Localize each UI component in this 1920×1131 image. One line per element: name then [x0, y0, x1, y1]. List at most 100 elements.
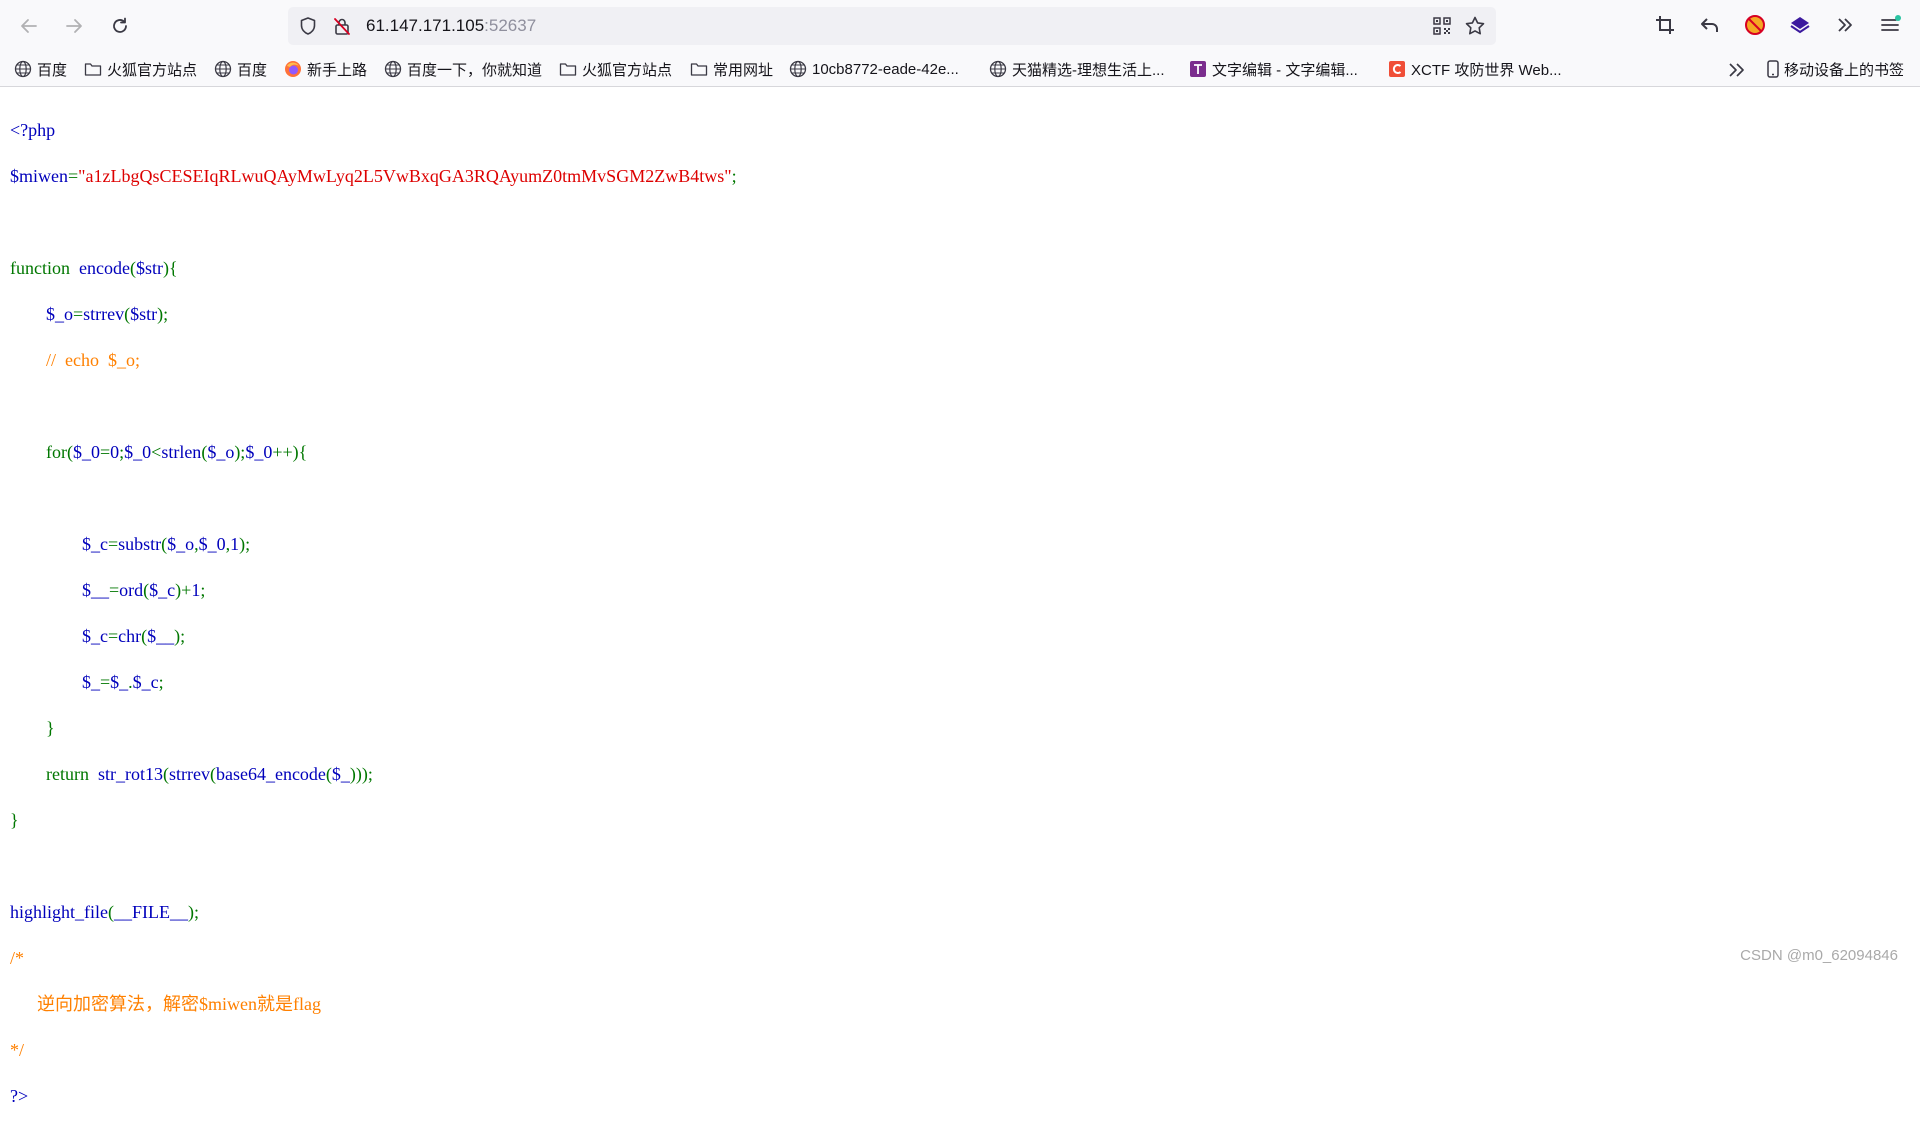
globe-icon: [989, 60, 1007, 78]
code-token: }: [10, 810, 19, 830]
bookmark-item[interactable]: 百度: [214, 59, 267, 79]
code-token: base64_encode: [215, 764, 326, 784]
code-token: $__: [82, 580, 109, 600]
code-token: }: [46, 718, 55, 738]
code-line: function encode($str){: [10, 257, 737, 280]
forward-button[interactable]: [57, 9, 91, 43]
hamburger-menu-icon: [1881, 15, 1901, 31]
xctf-icon: [1389, 61, 1405, 77]
code-token: $_0: [124, 442, 152, 462]
bookmark-item[interactable]: 百度一下，你就知道: [384, 59, 542, 79]
reload-button[interactable]: [103, 9, 137, 43]
code-token: =: [108, 534, 119, 554]
folder-icon: [690, 63, 708, 76]
crop-icon: [1656, 16, 1674, 34]
bookmark-label: 百度: [237, 61, 268, 79]
code-token: $_c: [82, 626, 108, 646]
browser-toolbar: 61.147.171.105:52637: [0, 0, 1920, 52]
back-button[interactable]: [12, 9, 46, 43]
url-text[interactable]: 61.147.171.105:52637: [366, 16, 536, 36]
globe-icon: [214, 60, 232, 78]
bookmark-item[interactable]: 新手上路: [284, 59, 367, 79]
bookmarks-toolbar: 百度 火狐官方站点 百度 新手上路 百度一下，你就知道 火狐官方站点 常用网址 …: [0, 52, 1920, 87]
layers-icon: [1790, 17, 1810, 34]
code-token: $_: [110, 672, 129, 692]
folder-icon: [559, 63, 577, 76]
bookmark-label: XCTF 攻防世界 Web...: [1411, 61, 1562, 79]
code-line: $__=ord($_c)+1;: [10, 579, 737, 602]
mobile-bookmarks[interactable]: 移动设备上的书签: [1766, 59, 1904, 79]
code-token: $str: [130, 304, 158, 324]
code-token: __FILE__: [114, 902, 188, 922]
code-comment-hint: 逆向加密算法，解密$miwen就是flag: [10, 994, 321, 1014]
code-token: $__: [147, 626, 175, 646]
code-line: /*: [10, 947, 737, 970]
code-token: ++){: [272, 442, 308, 462]
code-token: );: [234, 442, 246, 462]
php-close-tag: ?>: [10, 1086, 29, 1106]
qr-code-icon[interactable]: [1432, 16, 1452, 36]
bookmark-label: 火狐官方站点: [582, 61, 673, 79]
blocked-extension-icon: [1745, 15, 1765, 35]
code-comment: // echo $_o;: [46, 350, 140, 370]
code-token: =: [99, 442, 111, 462]
bookmark-item[interactable]: 10cb8772-eade-42e...: [789, 59, 959, 79]
code-token: 0: [110, 442, 120, 462]
code-line: <?php: [10, 119, 737, 142]
code-line: for($_0=0;$_0<strlen($_o);$_0++){: [10, 441, 737, 464]
undo-button[interactable]: [1697, 12, 1723, 38]
code-token: =: [100, 672, 111, 692]
code-token: $_0: [198, 534, 226, 554]
adblock-extension-button[interactable]: [1742, 12, 1768, 38]
url-bar[interactable]: 61.147.171.105:52637: [288, 7, 1496, 45]
bookmark-folder[interactable]: 火狐官方站点: [559, 59, 672, 79]
code-token: $_c: [149, 580, 176, 600]
bookmark-folder[interactable]: 火狐官方站点: [84, 59, 197, 79]
code-token: =: [108, 626, 119, 646]
bookmark-item[interactable]: 天猫精选-理想生活上...: [989, 59, 1165, 79]
app-menu-button[interactable]: [1877, 12, 1903, 38]
bookmark-star-icon[interactable]: [1464, 15, 1486, 37]
url-host: 61.147.171.105: [366, 16, 485, 35]
arrow-left-icon: [21, 19, 37, 33]
code-token: );: [174, 626, 186, 646]
tracking-protection-shield-icon[interactable]: [298, 16, 318, 36]
code-token: chr: [118, 626, 142, 646]
code-token: )+: [175, 580, 192, 600]
code-token: strlen: [161, 442, 202, 462]
arrow-right-icon: [66, 19, 82, 33]
bookmark-label: 百度一下，你就知道: [407, 61, 543, 79]
insecure-lock-icon[interactable]: [332, 16, 352, 36]
bookmark-item[interactable]: XCTF 攻防世界 Web...: [1388, 59, 1562, 79]
bookmark-label: 文字编辑 - 文字编辑...: [1212, 61, 1358, 79]
miwen-ciphertext-string: "a1zLbgQsCESEIqRLwuQAyMwLyq2L5VwBxqGA3RQ…: [78, 166, 732, 186]
code-token: $_0: [245, 442, 273, 462]
firefox-icon: [285, 61, 301, 77]
php-open-tag: <?php: [10, 120, 56, 140]
globe-icon: [789, 60, 807, 78]
code-token: 1: [191, 580, 201, 600]
code-line: highlight_file(__FILE__);: [10, 901, 737, 924]
code-token: strrev: [83, 304, 125, 324]
mobile-device-icon: [1767, 60, 1779, 78]
bookmark-item[interactable]: 文字编辑 - 文字编辑...: [1189, 59, 1358, 79]
code-line: }: [10, 809, 737, 832]
bookmarks-overflow-chevron-icon[interactable]: [1726, 60, 1748, 80]
code-token: $_o: [46, 304, 73, 324]
bookmark-item[interactable]: 百度: [14, 59, 67, 79]
screenshot-crop-button[interactable]: [1652, 12, 1678, 38]
code-token: $_0: [72, 442, 100, 462]
code-token: );: [157, 304, 169, 324]
code-line: $_c=substr($_o,$_0,1);: [10, 533, 737, 556]
bookmark-folder[interactable]: 常用网址: [690, 59, 773, 79]
layers-extension-button[interactable]: [1787, 12, 1813, 38]
code-token: ord: [119, 580, 144, 600]
code-token: $miwen: [10, 166, 68, 186]
more-tools-button[interactable]: [1832, 12, 1858, 38]
